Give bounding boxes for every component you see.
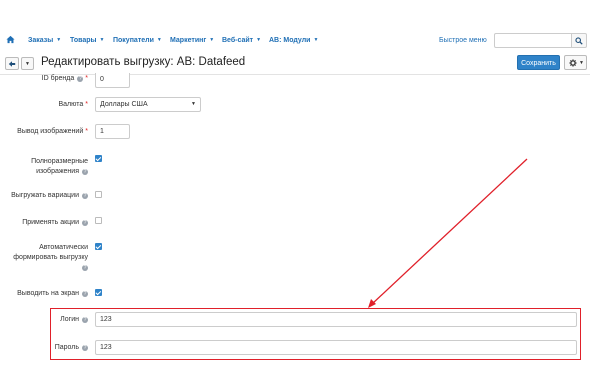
required-marker: *	[85, 101, 88, 108]
required-marker: *	[85, 75, 88, 82]
brand-id-field[interactable]: 0	[95, 73, 130, 88]
auto-generate-label: Автоматически формировать выгрузку ?	[13, 244, 88, 271]
nav-item-marketing[interactable]: Маркетинг ▼	[170, 37, 214, 44]
nav-item-products[interactable]: Товары ▼	[70, 37, 104, 44]
nav-item-website[interactable]: Веб-сайт ▼	[222, 37, 261, 44]
full-size-images-checkbox[interactable]	[95, 155, 102, 162]
export-variations-checkbox[interactable]	[95, 191, 102, 198]
image-output-label: Вывод изображений *	[17, 128, 88, 135]
caret-down-icon: ▼	[156, 37, 162, 43]
currency-selected-value: Доллары США	[100, 101, 148, 108]
highlight-box	[50, 308, 581, 360]
search-icon	[575, 37, 583, 45]
nav-item-label: Веб-сайт	[222, 37, 254, 44]
caret-down-icon: ▼	[256, 37, 262, 43]
quick-menu-link[interactable]: Быстрое меню	[439, 37, 487, 44]
help-icon[interactable]: ?	[82, 193, 88, 199]
nav-item-customers[interactable]: Покупатели ▼	[113, 37, 162, 44]
nav-item-label: Маркетинг	[170, 37, 207, 44]
display-on-screen-label: Выводить на экран?	[17, 290, 88, 297]
nav-item-label: AB: Модули	[269, 37, 311, 44]
caret-down-icon: ▼	[579, 60, 584, 66]
caret-down-icon: ▼	[56, 37, 62, 43]
arrow-left-icon	[8, 61, 16, 67]
search-input[interactable]	[494, 33, 572, 48]
currency-select[interactable]: Доллары США ▼	[95, 97, 201, 112]
help-icon[interactable]: ?	[82, 265, 88, 271]
nav-item-label: Покупатели	[113, 37, 154, 44]
caret-down-icon: ▼	[209, 37, 215, 43]
display-on-screen-checkbox[interactable]	[95, 289, 102, 296]
caret-down-icon: ▼	[191, 101, 196, 107]
nav-item-label: Заказы	[28, 37, 54, 44]
nav-item-label: Товары	[70, 37, 97, 44]
search-button[interactable]	[572, 33, 587, 48]
help-icon[interactable]: ?	[82, 220, 88, 226]
caret-down-icon: ▼	[99, 37, 105, 43]
page-title: Редактировать выгрузку: AB: Datafeed	[41, 56, 246, 68]
full-size-images-label: Полноразмерные изображения?	[31, 158, 88, 175]
help-icon[interactable]: ?	[82, 169, 88, 175]
search-box	[494, 33, 587, 48]
image-output-field[interactable]: 1	[95, 124, 130, 139]
currency-label: Валюта *	[58, 101, 89, 108]
settings-dropdown-button[interactable]: ▼	[564, 55, 587, 70]
nav-item-orders[interactable]: Заказы ▼	[28, 37, 61, 44]
help-icon[interactable]: ?	[77, 76, 84, 82]
caret-down-icon: ▼	[313, 37, 319, 43]
gear-icon	[569, 59, 577, 67]
caret-down-icon: ▼	[25, 61, 30, 67]
apply-promotions-label: Применять акции?	[22, 219, 88, 226]
save-button[interactable]: Сохранить	[517, 55, 560, 70]
auto-generate-checkbox[interactable]	[95, 243, 102, 250]
help-icon[interactable]: ?	[82, 291, 88, 297]
home-icon[interactable]	[6, 35, 15, 44]
apply-promotions-checkbox[interactable]	[95, 217, 102, 224]
navigation-dropdown-button[interactable]: ▼	[21, 57, 34, 70]
required-marker: *	[85, 128, 88, 135]
back-button[interactable]	[5, 57, 19, 70]
export-variations-label: Выгружать вариации?	[11, 192, 88, 199]
brand-id-label: ID бренда? *	[41, 75, 88, 82]
nav-item-ab-modules[interactable]: AB: Модули ▼	[269, 37, 318, 44]
